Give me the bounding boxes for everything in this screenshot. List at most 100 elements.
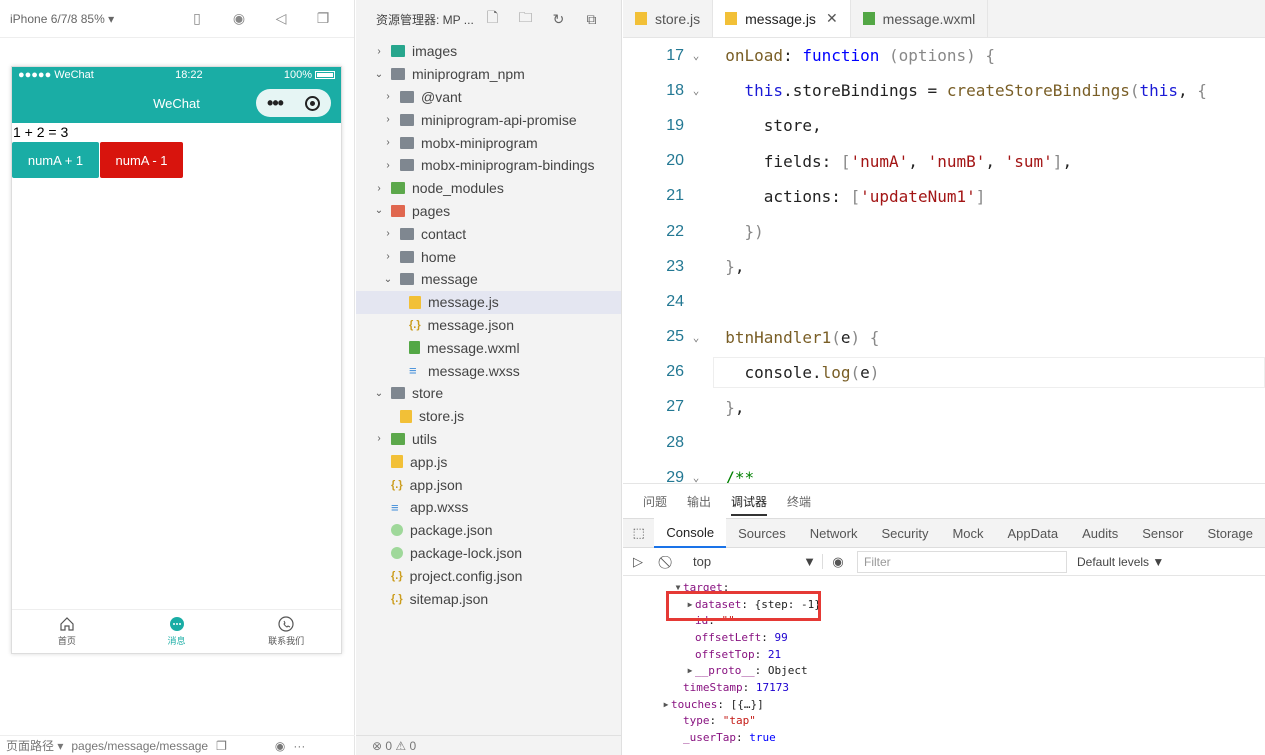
tree-item[interactable]: ≡ app.wxss [356,496,621,519]
tab-home[interactable]: 首页 [12,610,122,653]
log-levels-select[interactable]: Default levels ▼ [1077,555,1164,569]
tree-item[interactable]: store.js [356,405,621,428]
devtools-tab[interactable]: Security [869,518,940,548]
tree-item[interactable]: message.wxml [356,336,621,359]
tree-item[interactable]: › node_modules [356,177,621,200]
dataset-highlight-box [666,591,821,621]
tree-item[interactable]: › images [356,40,621,63]
line-number: 17 [666,46,684,64]
simulator-footer: 页面路径 ▾ pages/message/message ❐ ◉ ··· [0,735,355,755]
line-number: 20 [666,152,684,170]
tree-item[interactable]: ⌄ miniprogram_npm [356,63,621,86]
debug-tab[interactable]: 输出 [687,493,711,510]
devtools-tab[interactable]: Storage [1195,518,1265,548]
tree-item[interactable]: › mobx-miniprogram-bindings [356,154,621,177]
tree-item[interactable]: package.json [356,519,621,542]
editor-tab[interactable]: message.js ✕ [713,0,851,37]
editor-tab-label: message.js [745,10,816,27]
collapse-icon[interactable]: ⧉ [575,11,608,28]
devtools-tab[interactable]: AppData [996,518,1071,548]
device-selector[interactable]: iPhone 6/7/8 85% ▾ [10,12,176,26]
console-line: type: "tap" [623,713,1265,730]
tree-item[interactable]: {.} project.config.json [356,564,621,587]
window-icon[interactable]: ❐ [302,10,344,27]
code-area[interactable]: 17 ⌄ onLoad: function (options) {18 ⌄ this… [623,38,1265,495]
context-select[interactable]: top ▼ [683,554,823,569]
simulator-panel: iPhone 6/7/8 85% ▾ ▯ ◉ ◁ ❐ ●●●●● WeChat … [0,0,355,755]
tree-item[interactable]: › @vant [356,86,621,109]
line-number: 19 [666,116,684,134]
tree-item[interactable]: app.js [356,450,621,473]
new-folder-icon[interactable]: 🗀 [509,7,542,31]
editor-tab[interactable]: message.wxml [851,0,989,37]
phone-nav-bar: WeChat ••• [12,83,341,123]
sound-icon[interactable]: ◁ [260,10,302,27]
console-line[interactable]: ▶ __proto__: Object [623,662,1265,679]
eye-icon[interactable]: ◉ [275,739,285,753]
devtools-tab[interactable]: Sources [726,518,798,548]
devtools-tab[interactable]: Mock [940,518,995,548]
tree-item[interactable]: › home [356,245,621,268]
wxss-file-icon: ≡ [391,499,399,515]
copy-icon[interactable]: ❐ [216,739,227,753]
tree-item[interactable]: › utils [356,428,621,451]
chevron-right-icon: › [386,228,390,240]
tree-item[interactable]: {.} sitemap.json [356,587,621,610]
console-line-text: timeStamp: 17173 [683,680,789,694]
record-icon[interactable]: ◉ [218,10,260,27]
wxml-file-icon [862,12,875,25]
devtools-tab[interactable]: Audits [1070,518,1130,548]
folder-icon [391,204,405,217]
folder-icon [391,432,405,445]
devtools-tab[interactable]: Console [654,518,727,548]
devtools-tab[interactable]: Network [798,518,870,548]
folder-icon [391,68,405,81]
tab-message[interactable]: 消息 [122,610,232,653]
tree-item[interactable]: › mobx-miniprogram [356,131,621,154]
folder-icon [400,136,414,149]
code-text: }, [725,397,745,417]
fold-chevron-icon[interactable]: ⌄ [686,49,706,62]
problems-status[interactable]: ⊗ 0 ⚠ 0 [356,735,621,755]
sidebar-toggle-icon[interactable]: ▷ [623,554,653,570]
expand-triangle-icon[interactable]: ▶ [661,700,671,709]
more-icon[interactable]: ••• [267,93,284,114]
clear-console-icon[interactable]: ⃠ [653,554,683,570]
expand-triangle-icon[interactable]: ▶ [685,666,695,675]
tree-item[interactable]: ⌄ store [356,382,621,405]
num-a-minus-button[interactable]: numA - 1 [100,142,183,178]
tree-item[interactable]: ⌄ pages [356,200,621,223]
fold-chevron-icon[interactable]: ⌄ [686,84,706,97]
tree-item[interactable]: {.} app.json [356,473,621,496]
menu-capsule[interactable]: ••• [256,89,331,117]
eye-icon[interactable]: ◉ [823,554,853,570]
close-miniprogram-icon[interactable] [304,95,320,111]
tree-item[interactable]: package-lock.json [356,542,621,565]
clock: 18:22 [175,69,203,81]
num-a-plus-button[interactable]: numA + 1 [12,142,99,178]
tree-item[interactable]: ⌄ message [356,268,621,291]
console-toolbar: ▷ ⃠ top▼ ◉ Filter Default levels ▼ [623,548,1265,576]
tab-contact[interactable]: 联系我们 [231,610,341,653]
more-icon[interactable]: ··· [293,739,305,753]
new-file-icon[interactable]: 🗋 [476,7,509,31]
devtools-tab[interactable]: Sensor [1130,518,1195,548]
inspect-icon[interactable]: ⬚ [623,525,654,541]
close-icon[interactable]: ✕ [826,10,838,27]
editor-tab[interactable]: store.js [623,0,714,37]
tree-item[interactable]: message.js [356,290,621,314]
fold-chevron-icon[interactable]: ⌄ [686,331,706,344]
js-file-icon [725,12,738,25]
phone-icon[interactable]: ▯ [176,10,218,27]
filter-input[interactable]: Filter [857,550,1067,573]
tree-item[interactable]: {.} message.json [356,314,621,337]
debug-tab[interactable]: 终端 [787,493,811,510]
refresh-icon[interactable]: ↻ [542,11,575,28]
tree-item[interactable]: › contact [356,222,621,245]
debug-tab[interactable]: 调试器 [731,493,768,516]
tree-item[interactable]: ≡ message.wxss [356,359,621,382]
console-line[interactable]: ▶ touches: [{…}] [623,696,1265,713]
debug-tab[interactable]: 问题 [643,493,667,510]
tree-item[interactable]: › miniprogram-api-promise [356,108,621,131]
page-path-label[interactable]: 页面路径 ▾ [6,737,63,754]
